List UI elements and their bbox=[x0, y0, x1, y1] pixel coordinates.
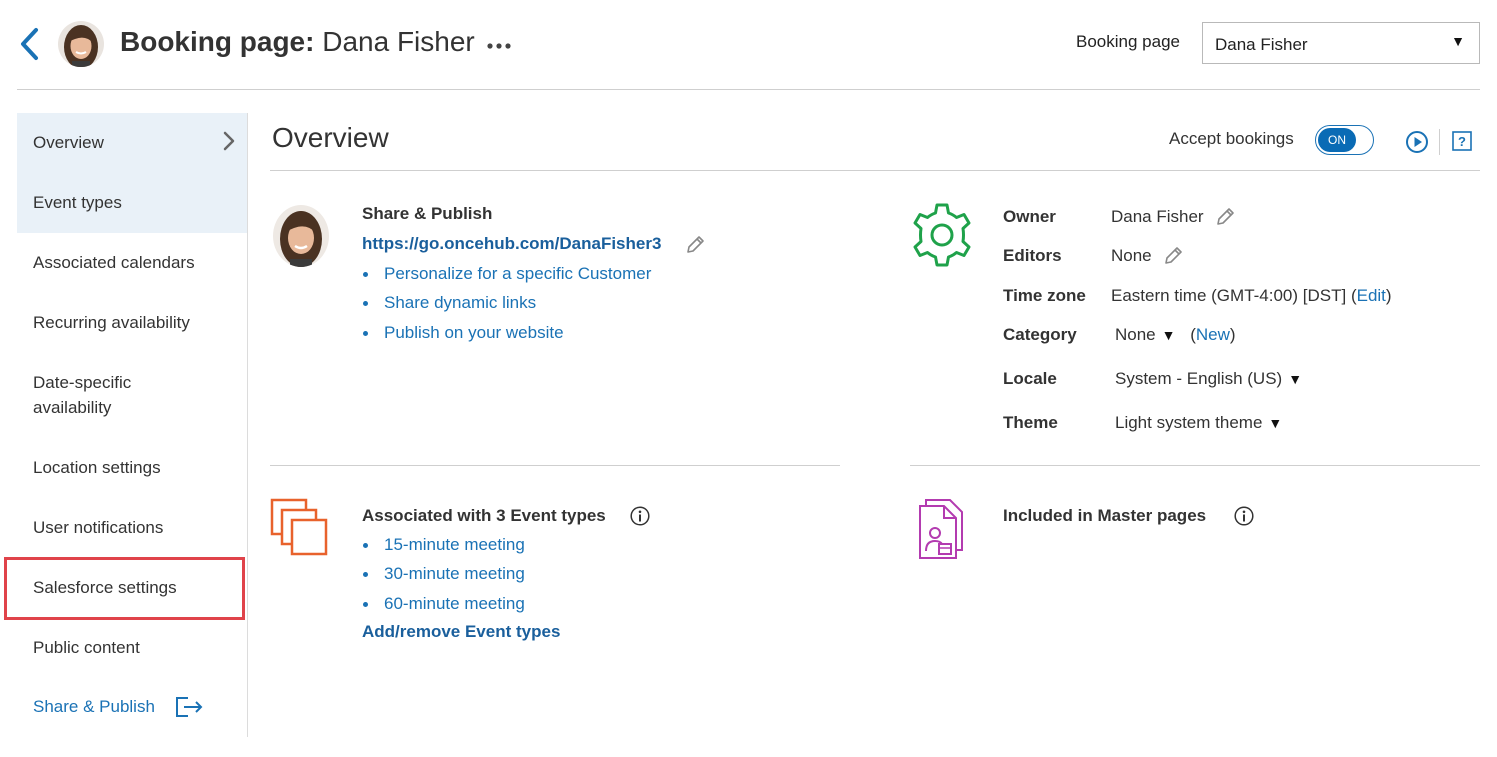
timezone-value: Eastern time (GMT-4:00) [DST] (Edit) bbox=[1111, 286, 1392, 306]
editors-value: None bbox=[1111, 246, 1152, 265]
event-types-list: 15-minute meeting 30-minute meeting 60-m… bbox=[362, 534, 525, 622]
dropdown-arrow-icon: ▼ bbox=[1288, 371, 1303, 387]
sidebar-item-label: Event types bbox=[33, 193, 122, 212]
chevron-left-icon bbox=[21, 28, 38, 60]
category-select[interactable]: None bbox=[1115, 325, 1156, 344]
highlight-box bbox=[4, 557, 245, 620]
sidebar-item-share-publish[interactable]: Share & Publish bbox=[17, 678, 247, 733]
overview-title: Overview bbox=[272, 122, 389, 153]
event-types-title: Associated with 3 Event types bbox=[362, 506, 606, 525]
sidebar-item-label: Public content bbox=[33, 638, 140, 657]
chevron-right-icon bbox=[223, 131, 235, 151]
sidebar-item-date-specific-availability[interactable]: Date-specific availability bbox=[17, 353, 247, 438]
sidebar-item-associated-calendars[interactable]: Associated calendars bbox=[17, 233, 247, 293]
timezone-edit-link[interactable]: Edit bbox=[1357, 286, 1386, 305]
category-paren: ) bbox=[1229, 325, 1236, 344]
pencil-icon bbox=[1165, 247, 1182, 264]
event-type-link[interactable]: 30-minute meeting bbox=[362, 563, 525, 592]
sidebar-item-location-settings[interactable]: Location settings bbox=[17, 438, 247, 498]
sidebar-item-label: Recurring availability bbox=[33, 313, 190, 332]
help-icon: ? bbox=[1452, 131, 1472, 151]
info-icon[interactable] bbox=[1234, 506, 1254, 526]
sidebar-item-public-content[interactable]: Public content bbox=[17, 618, 247, 678]
dropdown-arrow-icon: ▼ bbox=[1451, 33, 1465, 49]
sidebar-item-recurring-availability[interactable]: Recurring availability bbox=[17, 293, 247, 353]
share-publish-title: Share & Publish bbox=[362, 204, 493, 223]
profile-avatar bbox=[273, 205, 329, 267]
edit-url-button[interactable] bbox=[684, 234, 706, 256]
overview-divider bbox=[270, 170, 1480, 171]
event-type-link[interactable]: 60-minute meeting bbox=[362, 593, 525, 622]
page-title-name: Dana Fisher bbox=[322, 26, 475, 57]
sidebar-item-label: Overview bbox=[33, 133, 104, 152]
avatar bbox=[58, 21, 104, 67]
toggle-state: ON bbox=[1318, 128, 1356, 152]
locale-label: Locale bbox=[1003, 369, 1057, 388]
timezone-paren: ) bbox=[1385, 286, 1392, 305]
video-tutorial-button[interactable] bbox=[1405, 130, 1429, 154]
personalize-link[interactable]: Personalize for a specific Customer bbox=[362, 263, 651, 292]
timezone-label: Time zone bbox=[1003, 286, 1086, 305]
back-button[interactable] bbox=[16, 26, 44, 62]
share-publish-links: Personalize for a specific Customer Shar… bbox=[362, 263, 651, 351]
page-title-prefix: Booking page: bbox=[120, 26, 315, 57]
info-icon[interactable] bbox=[630, 506, 650, 526]
accept-bookings-label: Accept bookings bbox=[1169, 129, 1294, 148]
page-title: Booking page: Dana Fisher bbox=[120, 26, 475, 58]
booking-page-select[interactable]: Dana Fisher ▼ bbox=[1202, 22, 1480, 64]
sidebar-item-label: User notifications bbox=[33, 518, 164, 537]
sidebar-item-overview[interactable]: Overview bbox=[17, 113, 247, 173]
booking-page-label: Booking page bbox=[1076, 32, 1180, 51]
owner-label: Owner bbox=[1003, 207, 1056, 226]
owner-value: Dana Fisher bbox=[1111, 207, 1204, 226]
dynamic-links-link[interactable]: Share dynamic links bbox=[362, 292, 651, 321]
sidebar-item-label: Share & Publish bbox=[33, 697, 155, 716]
accept-bookings-toggle[interactable]: ON bbox=[1315, 125, 1374, 155]
timezone-text: Eastern time (GMT-4:00) [DST] ( bbox=[1111, 286, 1357, 305]
master-pages-title: Included in Master pages bbox=[1003, 506, 1207, 525]
ellipsis-icon bbox=[487, 43, 511, 49]
share-exit-icon bbox=[176, 697, 203, 717]
help-button[interactable]: ? bbox=[1452, 131, 1472, 151]
sidebar-item-label: Associated calendars bbox=[33, 253, 195, 272]
booking-page-url-link[interactable]: https://go.oncehub.com/DanaFisher3 bbox=[362, 234, 661, 254]
event-type-link[interactable]: 15-minute meeting bbox=[362, 534, 525, 563]
sidebar: Overview Event types Associated calendar… bbox=[17, 113, 248, 737]
gear-icon bbox=[908, 201, 976, 269]
edit-editors-button[interactable] bbox=[1162, 245, 1184, 267]
sidebar-item-user-notifications[interactable]: User notifications bbox=[17, 498, 247, 558]
event-types-icon bbox=[270, 498, 332, 560]
theme-value: Light system theme bbox=[1115, 413, 1263, 432]
sidebar-item-label: Location settings bbox=[33, 458, 161, 477]
master-pages-icon bbox=[914, 498, 970, 562]
booking-page-select-value: Dana Fisher bbox=[1215, 35, 1308, 54]
category-value: None ▼ (New) bbox=[1115, 325, 1236, 345]
section-divider bbox=[270, 465, 840, 466]
dropdown-arrow-icon[interactable]: ▼ bbox=[1162, 327, 1176, 343]
section-divider bbox=[910, 465, 1480, 466]
dropdown-arrow-icon: ▼ bbox=[1268, 415, 1283, 431]
category-new-link[interactable]: New bbox=[1196, 325, 1230, 344]
theme-select[interactable]: Light system theme ▼ bbox=[1115, 413, 1282, 433]
add-remove-event-types-link[interactable]: Add/remove Event types bbox=[362, 622, 560, 642]
category-label: Category bbox=[1003, 325, 1077, 344]
sidebar-item-event-types[interactable]: Event types bbox=[17, 173, 247, 233]
pencil-icon bbox=[1217, 208, 1234, 225]
header-divider bbox=[17, 89, 1480, 90]
sidebar-item-label: Date-specific availability bbox=[33, 373, 132, 417]
locale-select[interactable]: System - English (US) ▼ bbox=[1115, 369, 1302, 389]
editors-label: Editors bbox=[1003, 246, 1062, 265]
publish-website-link[interactable]: Publish on your website bbox=[362, 322, 651, 351]
edit-owner-button[interactable] bbox=[1214, 206, 1236, 228]
pencil-icon bbox=[687, 236, 704, 253]
more-options-button[interactable] bbox=[486, 32, 514, 56]
theme-label: Theme bbox=[1003, 413, 1058, 432]
toolbar-divider bbox=[1439, 129, 1440, 155]
play-circle-icon bbox=[1406, 131, 1428, 153]
locale-value: System - English (US) bbox=[1115, 369, 1283, 388]
svg-text:?: ? bbox=[1458, 134, 1466, 149]
